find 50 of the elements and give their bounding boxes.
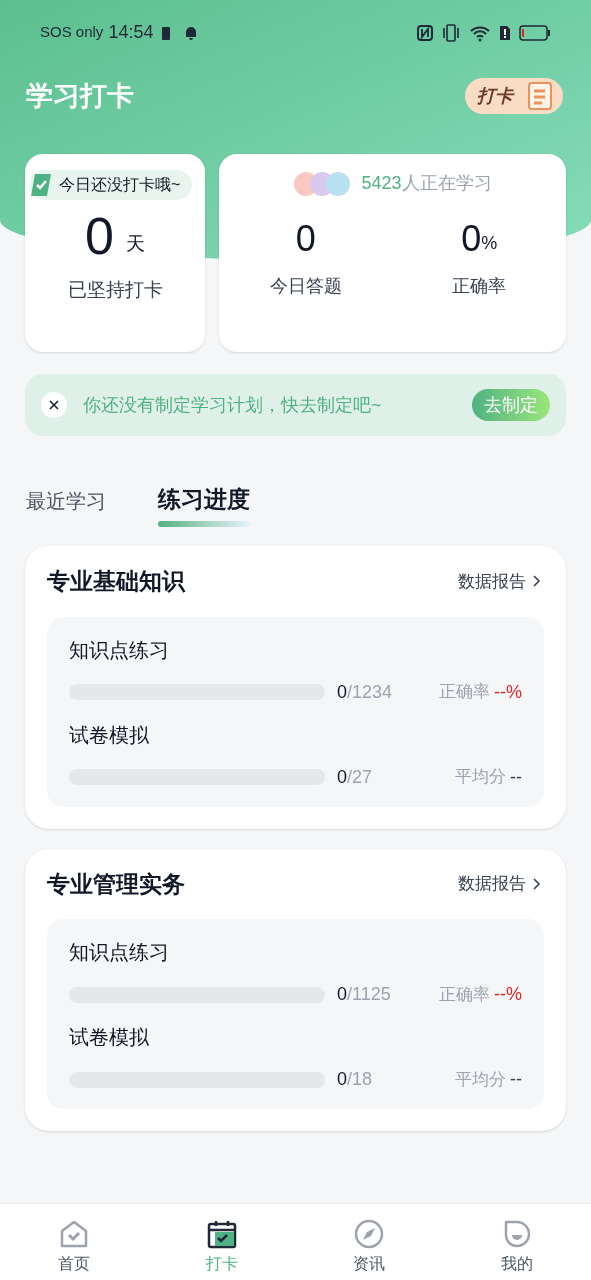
- learners-count: 5423人正在学习: [361, 172, 492, 195]
- section-title: 专业基础知识: [47, 567, 185, 596]
- report-link[interactable]: 数据报告: [458, 568, 544, 594]
- nav-tab[interactable]: 我的: [443, 1204, 591, 1280]
- checkin-badge[interactable]: 打卡: [465, 78, 563, 114]
- nav-tab[interactable]: 资讯: [295, 1204, 444, 1280]
- practice-name: 知识点练习: [69, 940, 170, 965]
- practice-name: 知识点练习: [69, 637, 170, 663]
- stat-value: --: [510, 765, 522, 789]
- practice-name: 试卷模拟: [69, 722, 150, 748]
- battery-saver-icon: [161, 24, 172, 41]
- stat-number: 0: [295, 221, 316, 257]
- carrier-text: SOS only: [40, 22, 104, 43]
- vibrate-icon: [441, 23, 461, 42]
- stat-value: --%: [494, 680, 522, 704]
- page-title: 学习打卡: [26, 79, 134, 113]
- section-tab[interactable]: 练习进度: [158, 482, 250, 528]
- wifi-icon: [469, 23, 491, 42]
- stat-label: 正确率: [439, 681, 490, 704]
- progress-count: 0/18: [337, 1068, 373, 1091]
- practice-name: 试卷模拟: [69, 1025, 150, 1050]
- stat-value: --: [510, 1068, 522, 1091]
- progress-count: 0/1125: [337, 983, 391, 1006]
- calendar-check-icon: [205, 1218, 238, 1250]
- streak-days: 0: [85, 210, 114, 262]
- stat-label: 平均分: [455, 1068, 506, 1091]
- section-title: 专业管理实务: [47, 869, 185, 899]
- section-tab[interactable]: 最近学习: [26, 482, 106, 528]
- clock: 14:54: [108, 21, 154, 44]
- plan-message: 你还没有制定学习计划，快去制定吧~: [83, 393, 383, 417]
- report-link[interactable]: 数据报告: [458, 871, 544, 897]
- stat-number: 0: [461, 221, 482, 257]
- stat-caption: 正确率: [452, 275, 507, 298]
- close-button[interactable]: [41, 392, 67, 418]
- nfc-icon: [417, 24, 433, 41]
- streak-label: 已坚持打卡: [67, 278, 163, 302]
- sim-alert-icon: [499, 24, 511, 41]
- battery-icon: [519, 24, 551, 41]
- close-icon: [48, 399, 60, 411]
- percent-unit: %: [481, 232, 498, 255]
- stat-label: 正确率: [439, 983, 490, 1006]
- stat-caption: 今日答题: [269, 275, 342, 298]
- progress-count: 0/27: [337, 765, 373, 789]
- stat-value: --%: [494, 983, 522, 1006]
- stat-label: 平均分: [455, 766, 506, 789]
- reminder-tag: 今日还没打卡哦~: [29, 170, 193, 200]
- compass-icon: [353, 1218, 386, 1250]
- days-unit: 天: [125, 231, 145, 256]
- nav-tab[interactable]: 首页: [0, 1204, 148, 1280]
- progress-count: 0/1234: [337, 680, 393, 704]
